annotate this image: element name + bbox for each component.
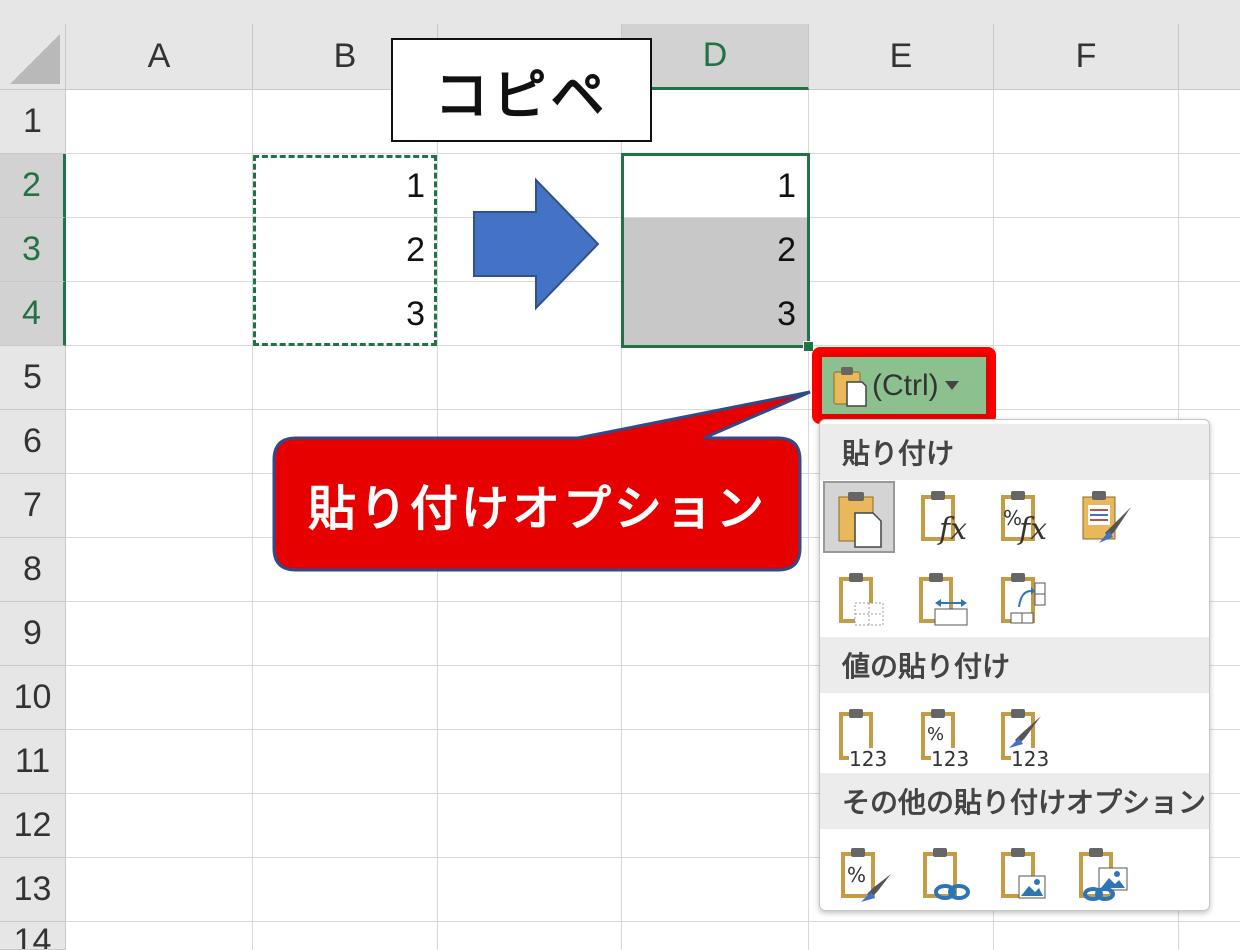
column-header-e[interactable]: E <box>809 24 994 90</box>
paste-icon[interactable] <box>823 481 895 553</box>
svg-text:fx: fx <box>937 512 967 547</box>
svg-text:%: % <box>927 724 944 745</box>
column-header-g[interactable] <box>1179 24 1240 90</box>
row-header-10[interactable]: 10 <box>0 666 66 730</box>
row-header-1[interactable]: 1 <box>0 90 66 154</box>
right-arrow-shape <box>473 177 600 311</box>
paste-formulas-number-format-icon[interactable]: % fx <box>987 481 1059 553</box>
row-header-12[interactable]: 12 <box>0 794 66 858</box>
values-source-formatting-icon[interactable]: 123 <box>991 700 1063 772</box>
keep-source-formatting-icon[interactable] <box>1069 481 1141 553</box>
no-borders-icon[interactable] <box>829 563 901 635</box>
row-header-4[interactable]: 4 <box>0 282 66 346</box>
svg-text:fx: fx <box>1017 512 1047 547</box>
section-header-paste: 貼り付け <box>820 424 1209 480</box>
row-header-7[interactable]: 7 <box>0 474 66 538</box>
row-header-14[interactable]: 14 <box>0 922 66 950</box>
selection-border <box>621 153 810 348</box>
svg-text:123: 123 <box>931 747 969 770</box>
keep-column-widths-icon[interactable] <box>909 563 981 635</box>
select-all-corner[interactable] <box>0 24 66 90</box>
picture-icon[interactable] <box>991 838 1063 910</box>
clipboard-icon <box>832 364 868 408</box>
transpose-icon[interactable] <box>991 563 1063 635</box>
paste-options-button[interactable]: (Ctrl) <box>812 347 996 424</box>
section-header-other-paste-options: その他の貼り付けオプション <box>820 773 1209 829</box>
paste-formulas-icon[interactable]: fx <box>907 481 979 553</box>
row-header-5[interactable]: 5 <box>0 346 66 410</box>
row-header-8[interactable]: 8 <box>0 538 66 602</box>
row-header-6[interactable]: 6 <box>0 410 66 474</box>
row-header-9[interactable]: 9 <box>0 602 66 666</box>
copy-marquee <box>253 155 437 346</box>
copy-paste-label: コピペ <box>391 38 652 142</box>
callout-label: 貼り付けオプション <box>307 481 767 537</box>
row-header-13[interactable]: 13 <box>0 858 66 922</box>
ribbon-edge <box>0 0 1240 24</box>
row-header-2[interactable]: 2 <box>0 154 66 218</box>
row-header-11[interactable]: 11 <box>0 730 66 794</box>
values-number-format-icon[interactable]: % 123 <box>911 700 983 772</box>
linked-picture-icon[interactable] <box>1069 838 1141 910</box>
svg-text:123: 123 <box>849 747 887 770</box>
row-header-3[interactable]: 3 <box>0 218 66 282</box>
column-header-a[interactable]: A <box>66 24 253 90</box>
svg-text:%: % <box>847 863 866 887</box>
svg-text:123: 123 <box>1011 747 1049 770</box>
chevron-down-icon <box>944 381 959 390</box>
paste-values-icon[interactable]: 123 <box>829 700 901 772</box>
gridline <box>66 921 1240 922</box>
paste-options-menu: 貼り付け fx % fx 値の貼り付け 123 % 123 123 その他の貼り付け… <box>819 419 1210 911</box>
column-header-f[interactable]: F <box>994 24 1179 90</box>
paste-options-label: (Ctrl) <box>872 368 939 402</box>
paste-link-icon[interactable] <box>913 838 985 910</box>
formatting-icon[interactable]: % <box>831 838 903 910</box>
section-header-paste-values: 値の貼り付け <box>820 637 1209 693</box>
